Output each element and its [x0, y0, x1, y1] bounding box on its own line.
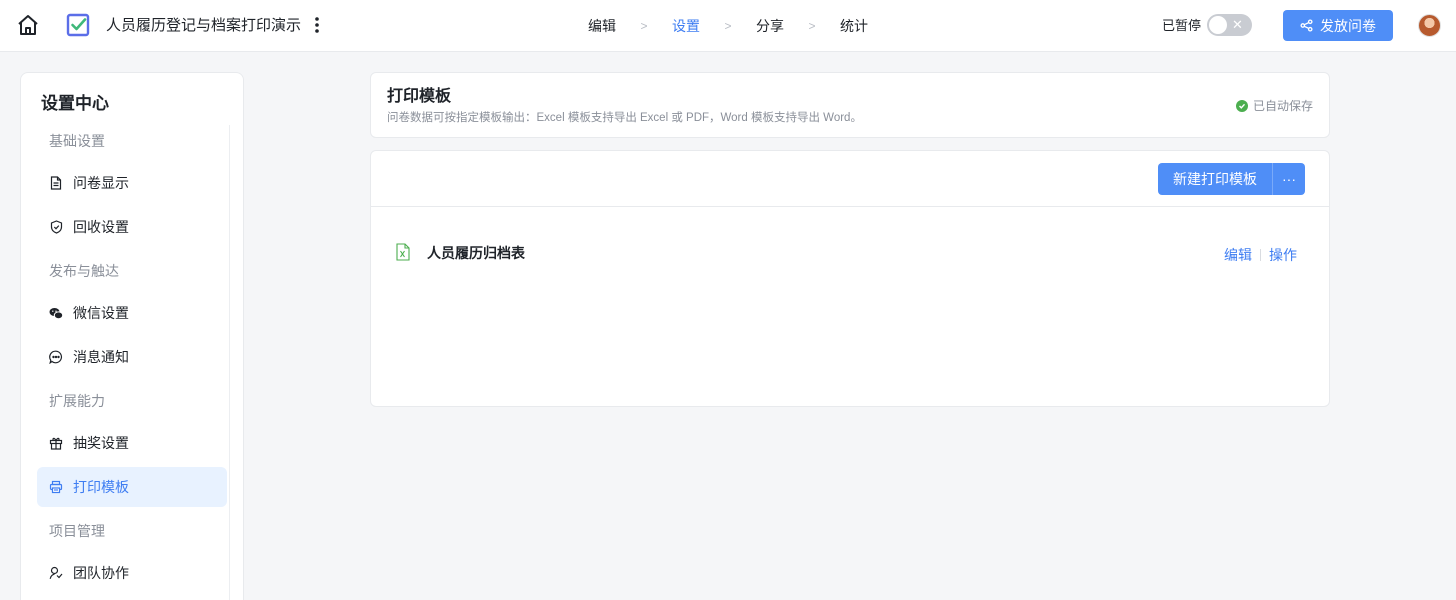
shield-check-icon — [49, 220, 63, 234]
new-template-button[interactable]: 新建打印模板 — [1158, 163, 1273, 195]
sidebar-item-message-notification[interactable]: 消息通知 — [37, 337, 227, 377]
action-divider — [1260, 249, 1261, 261]
autosave-label: 已自动保存 — [1252, 99, 1313, 113]
sidebar-item-wechat-settings[interactable]: 微信设置 — [37, 293, 227, 333]
sidebar-title: 设置中心 — [41, 94, 109, 113]
new-template-more-button[interactable]: ··· — [1273, 163, 1305, 195]
chevron-right-icon: > — [724, 19, 732, 33]
sidebar-item-label: 团队协作 — [73, 565, 129, 581]
publish-button-label: 发放问卷 — [1320, 17, 1376, 34]
step-edit[interactable]: 编辑 — [588, 16, 616, 36]
group-label-extensions: 扩展能力 — [49, 393, 105, 409]
group-label-project: 项目管理 — [49, 523, 105, 539]
user-avatar[interactable] — [1418, 14, 1441, 37]
close-icon: ✕ — [1232, 17, 1243, 32]
sidebar-item-label: 打印模板 — [73, 479, 129, 495]
form-title: 人员履历登记与档案打印演示 — [106, 17, 302, 34]
questionnaire-logo-icon — [66, 13, 90, 37]
sidebar-item-label: 抽奖设置 — [73, 435, 129, 451]
publish-button[interactable]: 发放问卷 — [1283, 10, 1393, 41]
sidebar-item-survey-display[interactable]: 问卷显示 — [37, 163, 227, 203]
group-label-publish: 发布与触达 — [49, 263, 119, 279]
group-label-basic: 基础设置 — [49, 133, 105, 149]
settings-sidebar: 设置中心 基础设置 问卷显示 回收设置 发布与触达 微信设置 消息通知 扩展能力… — [20, 72, 244, 600]
step-share[interactable]: 分享 — [756, 16, 784, 36]
template-name: 人员履历归档表 — [427, 245, 525, 261]
print-template-header-card: 打印模板 问卷数据可按指定模板输出：Excel 模板支持导出 Excel 或 P… — [370, 72, 1330, 138]
page-description: 问卷数据可按指定模板输出：Excel 模板支持导出 Excel 或 PDF，Wo… — [387, 112, 862, 124]
sidebar-item-lottery-settings[interactable]: 抽奖设置 — [37, 423, 227, 463]
new-template-button-group: 新建打印模板 ··· — [1158, 163, 1305, 195]
share-icon — [1300, 19, 1313, 32]
document-icon — [49, 176, 63, 190]
top-bar: 人员履历登记与档案打印演示 编辑 > 设置 > 分享 > 统计 已暂停 ✕ 发放… — [0, 0, 1456, 52]
template-operations-link[interactable]: 操作 — [1269, 245, 1297, 265]
edit-template-link[interactable]: 编辑 — [1224, 245, 1252, 265]
toggle-knob — [1209, 16, 1227, 34]
step-statistics[interactable]: 统计 — [840, 16, 868, 36]
sidebar-scrollbar-track[interactable] — [229, 125, 230, 600]
printer-icon — [49, 480, 63, 494]
gift-icon — [49, 436, 63, 450]
sidebar-item-label: 消息通知 — [73, 349, 129, 365]
template-toolbar: 新建打印模板 ··· — [371, 151, 1329, 207]
home-icon[interactable] — [16, 13, 40, 37]
sidebar-item-collection-settings[interactable]: 回收设置 — [37, 207, 227, 247]
sidebar-item-label: 回收设置 — [73, 219, 129, 235]
sidebar-item-team-collaboration[interactable]: 团队协作 — [37, 553, 227, 593]
autosave-status: 已自动保存 — [1235, 98, 1313, 114]
step-settings[interactable]: 设置 — [672, 16, 700, 36]
team-icon — [49, 566, 63, 580]
collection-toggle[interactable]: ✕ — [1207, 14, 1252, 36]
more-vertical-icon[interactable] — [309, 14, 325, 36]
template-list-item: 人员履历归档表 编辑 操作 — [371, 235, 1329, 271]
step-navigation: 编辑 > 设置 > 分享 > 统计 — [588, 16, 868, 36]
check-circle-icon — [1235, 100, 1248, 112]
sidebar-item-print-template[interactable]: 打印模板 — [37, 467, 227, 507]
template-actions: 编辑 操作 — [1224, 245, 1297, 265]
chat-bubble-icon — [49, 350, 63, 364]
paused-status-label: 已暂停 — [1162, 18, 1202, 33]
excel-file-icon — [396, 243, 410, 261]
wechat-icon — [49, 306, 63, 320]
sidebar-item-label: 微信设置 — [73, 305, 129, 321]
page-title: 打印模板 — [387, 88, 452, 105]
chevron-right-icon: > — [640, 19, 648, 33]
chevron-right-icon: > — [808, 19, 816, 33]
sidebar-item-label: 问卷显示 — [73, 175, 129, 191]
template-list-card: 新建打印模板 ··· 人员履历归档表 编辑 操作 — [370, 150, 1330, 407]
